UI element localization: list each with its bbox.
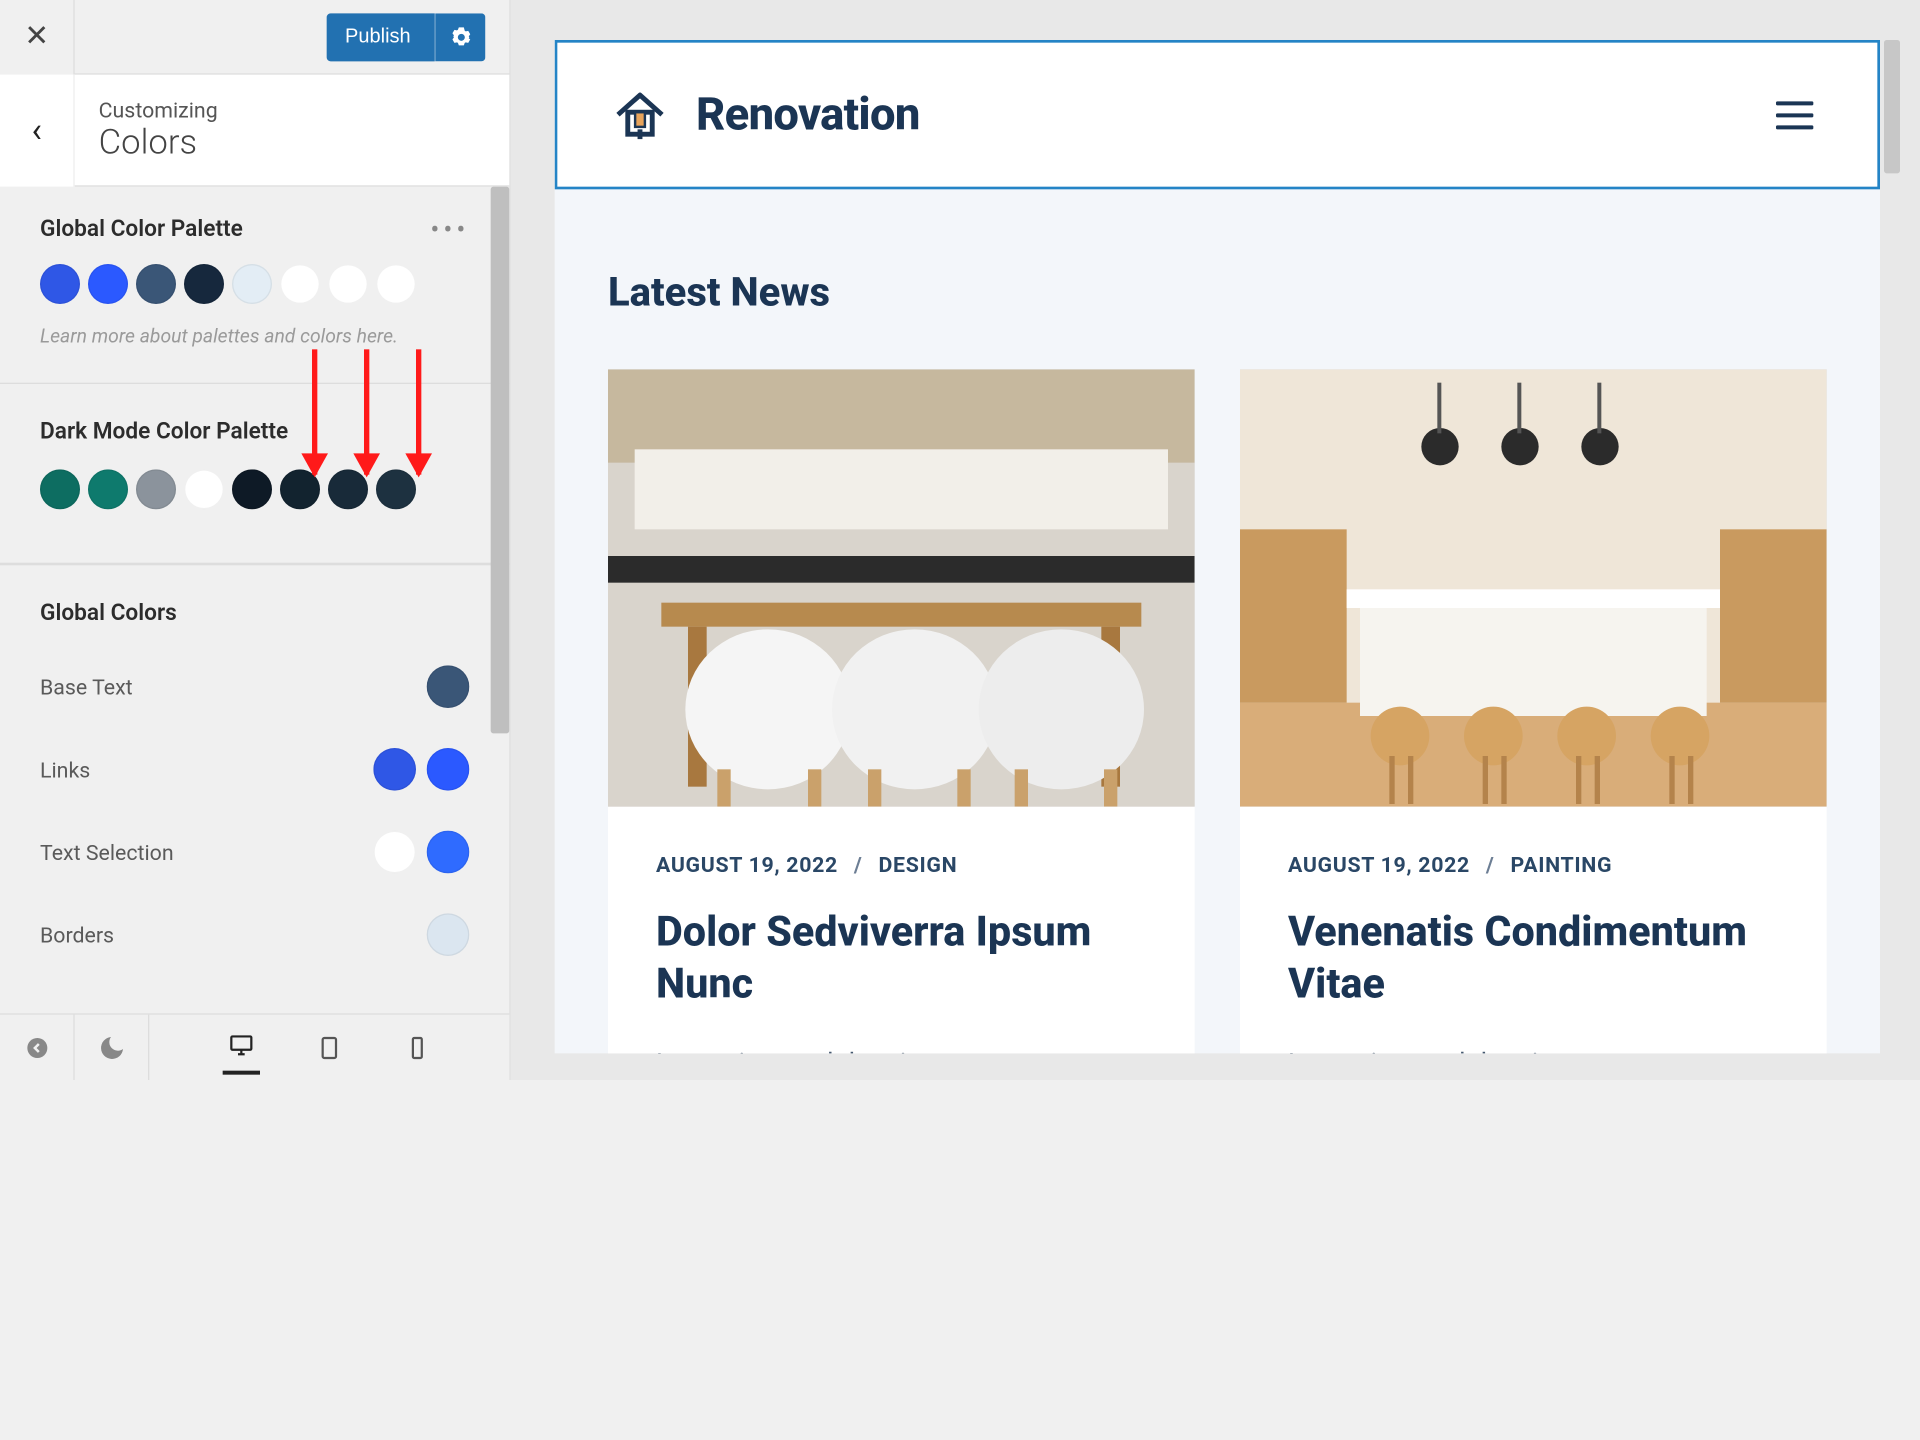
global-palette-swatches bbox=[40, 264, 469, 304]
annotation-arrow bbox=[416, 349, 421, 474]
palette-swatch[interactable] bbox=[328, 264, 368, 304]
palette-swatch[interactable] bbox=[136, 469, 176, 509]
brand-title: Renovation bbox=[696, 88, 920, 141]
dark-palette-title: Dark Mode Color Palette bbox=[40, 419, 469, 446]
post-meta: AUGUST 19, 2022/DESIGN bbox=[656, 852, 1147, 877]
close-customizer-button[interactable]: ✕ bbox=[0, 0, 75, 74]
post-card[interactable]: AUGUST 19, 2022/DESIGN Dolor Sedviverra … bbox=[608, 369, 1195, 1053]
post-excerpt: Lorem ipsum dolor sit amet, consectetur … bbox=[656, 1042, 1147, 1053]
back-button[interactable]: ‹ bbox=[0, 74, 75, 186]
breadcrumb-label: Customizing bbox=[99, 97, 218, 122]
global-palette-title: Global Color Palette bbox=[40, 216, 243, 243]
collapse-button[interactable] bbox=[0, 1015, 75, 1080]
device-tablet-button[interactable] bbox=[311, 1021, 348, 1074]
preview-scrollbar[interactable] bbox=[1884, 40, 1900, 173]
color-value-swatch[interactable] bbox=[427, 831, 470, 874]
palette-swatch[interactable] bbox=[40, 264, 80, 304]
annotation-arrow bbox=[364, 349, 369, 474]
global-color-label: Borders bbox=[40, 922, 114, 947]
publish-settings-button[interactable] bbox=[435, 13, 486, 61]
palette-swatch[interactable] bbox=[184, 469, 224, 509]
palette-more-button[interactable]: ••• bbox=[430, 213, 469, 245]
palette-swatch[interactable] bbox=[376, 264, 416, 304]
sidebar-scrollbar[interactable] bbox=[491, 187, 510, 734]
chevron-left-circle-icon bbox=[25, 1035, 49, 1059]
section-header: ‹ Customizing Colors bbox=[0, 75, 509, 187]
site-header[interactable]: Renovation bbox=[555, 40, 1880, 189]
global-color-label: Links bbox=[40, 757, 90, 782]
post-title[interactable]: Dolor Sedviverra Ipsum Nunc bbox=[656, 907, 1147, 1010]
post-excerpt: Lorem ipsum dolor sit amet, bbox=[1288, 1042, 1779, 1053]
logo-icon bbox=[611, 85, 670, 144]
color-value-swatch[interactable] bbox=[427, 748, 470, 791]
global-color-row: Borders bbox=[40, 893, 469, 976]
palette-hint[interactable]: Learn more about palettes and colors her… bbox=[40, 325, 469, 348]
dark-mode-toggle[interactable] bbox=[75, 1015, 150, 1080]
global-color-label: Text Selection bbox=[40, 839, 174, 864]
desktop-icon bbox=[228, 1032, 255, 1059]
palette-swatch[interactable] bbox=[232, 264, 272, 304]
global-color-row: Base Text bbox=[40, 645, 469, 728]
device-mobile-button[interactable] bbox=[399, 1021, 436, 1074]
palette-swatch[interactable] bbox=[88, 264, 128, 304]
annotation-arrow bbox=[312, 349, 317, 474]
mobile-icon bbox=[404, 1034, 431, 1061]
color-value-swatch[interactable] bbox=[373, 748, 416, 791]
palette-swatch[interactable] bbox=[232, 469, 272, 509]
tablet-icon bbox=[316, 1034, 343, 1061]
gear-icon bbox=[449, 25, 473, 49]
sidebar-footer bbox=[0, 1013, 509, 1080]
palette-swatch[interactable] bbox=[136, 264, 176, 304]
preview-pane: Renovation Latest News bbox=[511, 0, 1920, 1080]
menu-button[interactable] bbox=[1776, 101, 1813, 129]
section-title: Colors bbox=[99, 123, 218, 163]
global-color-label: Base Text bbox=[40, 674, 133, 699]
color-value-swatch[interactable] bbox=[427, 665, 470, 708]
global-color-row: Links bbox=[40, 728, 469, 811]
color-value-swatch[interactable] bbox=[427, 913, 470, 956]
post-card[interactable]: AUGUST 19, 2022/PAINTING Venenatis Condi… bbox=[1240, 369, 1827, 1053]
device-desktop-button[interactable] bbox=[223, 1021, 260, 1074]
palette-swatch[interactable] bbox=[40, 469, 80, 509]
publish-button[interactable]: Publish bbox=[326, 13, 434, 61]
post-thumbnail bbox=[1240, 369, 1827, 806]
global-colors-title: Global Colors bbox=[40, 600, 469, 627]
moon-icon bbox=[97, 1033, 126, 1062]
page-heading: Latest News bbox=[608, 269, 1827, 316]
palette-swatch[interactable] bbox=[88, 469, 128, 509]
post-title[interactable]: Venenatis Condimentum Vitae bbox=[1288, 907, 1779, 1010]
sidebar-topbar: ✕ Publish bbox=[0, 0, 509, 75]
palette-swatch[interactable] bbox=[280, 264, 320, 304]
post-thumbnail bbox=[608, 369, 1195, 806]
color-value-swatch[interactable] bbox=[373, 831, 416, 874]
palette-swatch[interactable] bbox=[184, 264, 224, 304]
preview-frame: Renovation Latest News bbox=[555, 40, 1880, 1053]
post-meta: AUGUST 19, 2022/PAINTING bbox=[1288, 852, 1779, 877]
global-color-row: Text Selection bbox=[40, 811, 469, 894]
customizer-sidebar: ✕ Publish ‹ Customizing Colors Global Co… bbox=[0, 0, 511, 1080]
